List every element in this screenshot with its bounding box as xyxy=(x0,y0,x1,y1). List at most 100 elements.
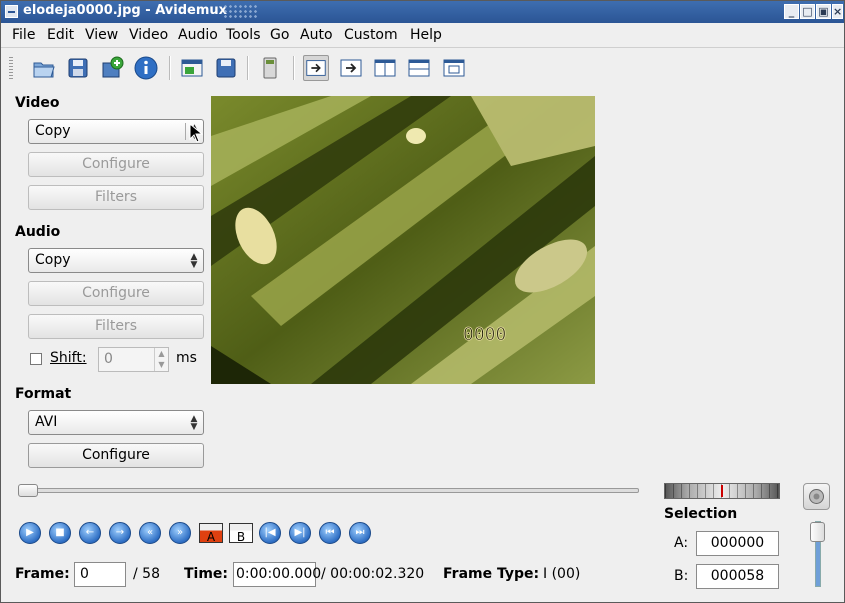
audio-codec-select[interactable]: Copy ▲ ▼ xyxy=(28,248,204,273)
previous-keyframe-icon[interactable]: « xyxy=(139,522,161,544)
next-frame-icon[interactable]: → xyxy=(109,522,131,544)
audio-configure-button[interactable]: Configure xyxy=(28,281,204,306)
time-total: / 00:00:02.320 xyxy=(321,566,425,582)
play-icon[interactable]: ▶ xyxy=(19,522,41,544)
time-value: 0:00:00.000 xyxy=(236,566,322,582)
menu-audio[interactable]: Audio xyxy=(178,27,218,43)
menu-file[interactable]: File xyxy=(12,27,35,43)
append-icon[interactable] xyxy=(99,55,125,81)
open-icon[interactable] xyxy=(31,55,57,81)
frame-type-value: I (00) xyxy=(543,566,581,582)
chevron-updown-icon: ▲▼ xyxy=(190,414,198,432)
set-marker-b-button[interactable]: B xyxy=(229,523,253,544)
video-filters-button[interactable]: Filters xyxy=(28,185,204,210)
close-icon[interactable]: × xyxy=(832,4,843,19)
menu-help[interactable]: Help xyxy=(410,27,442,43)
toolbar-separator xyxy=(169,56,171,80)
shift-value: 0 xyxy=(104,351,113,367)
window-title: elodeja0000.jpg - Avidemux xyxy=(23,3,228,18)
video-preview: 0000 xyxy=(211,96,595,384)
menu-bar: File Edit View Video Audio Tools Go Auto… xyxy=(1,24,844,48)
window-view-icon[interactable] xyxy=(441,55,467,81)
speaker-icon xyxy=(809,489,824,504)
top-bottom-icon[interactable] xyxy=(406,55,432,81)
toolbar-separator xyxy=(247,56,249,80)
marker-a-label: A xyxy=(206,530,216,544)
shift-unit: ms xyxy=(176,350,197,366)
frame-label: Frame: xyxy=(15,566,70,582)
next-keyframe-icon[interactable]: » xyxy=(169,522,191,544)
chevron-updown-icon: ▲▼ xyxy=(190,252,198,270)
format-value: AVI xyxy=(35,414,58,430)
marker-b-label: B xyxy=(236,530,246,544)
calculator-icon[interactable] xyxy=(257,55,283,81)
selection-a-field[interactable]: 000000 xyxy=(696,531,779,556)
frame-value: 0 xyxy=(80,566,89,582)
audio-heading: Audio xyxy=(15,224,61,240)
menu-custom[interactable]: Custom xyxy=(344,27,398,43)
input-view-icon[interactable] xyxy=(303,55,329,81)
audio-codec-value: Copy xyxy=(35,252,71,268)
goto-marker-b-icon[interactable]: ▶| xyxy=(289,522,311,544)
shift-label: Shift: xyxy=(50,350,87,366)
menu-edit[interactable]: Edit xyxy=(47,27,74,43)
audio-filters-button[interactable]: Filters xyxy=(28,314,204,339)
frame-type-label: Frame Type: xyxy=(443,566,540,582)
volume-slider-handle[interactable] xyxy=(810,522,825,542)
selection-heading: Selection xyxy=(664,506,738,522)
app-window: elodeja0000.jpg - Avidemux _ □ ▣ × File … xyxy=(0,0,845,603)
frame-input[interactable]: 0 xyxy=(74,562,126,587)
selection-b-field[interactable]: 000058 xyxy=(696,564,779,589)
stop-icon[interactable]: ■ xyxy=(49,522,71,544)
menu-view[interactable]: View xyxy=(85,27,118,43)
menu-go[interactable]: Go xyxy=(270,27,289,43)
toolbar xyxy=(1,50,844,88)
restore-icon[interactable]: □ xyxy=(800,4,815,19)
titlebar-decoration xyxy=(223,4,259,20)
first-frame-icon[interactable]: ⏮ xyxy=(319,522,341,544)
mouse-cursor-icon xyxy=(189,123,203,143)
goto-marker-a-icon[interactable]: |◀ xyxy=(259,522,281,544)
format-configure-button[interactable]: Configure xyxy=(28,443,204,468)
title-bar[interactable]: elodeja0000.jpg - Avidemux _ □ ▣ × xyxy=(1,1,844,23)
menu-auto[interactable]: Auto xyxy=(300,27,333,43)
info-icon[interactable] xyxy=(133,55,159,81)
format-heading: Format xyxy=(15,386,72,402)
selection-b-value: 000058 xyxy=(710,568,765,584)
volume-button[interactable] xyxy=(803,483,830,510)
time-input[interactable]: 0:00:00.000 xyxy=(233,562,321,587)
minimize-icon[interactable]: _ xyxy=(784,4,799,19)
save-video-icon[interactable] xyxy=(213,55,239,81)
selection-a-value: 000000 xyxy=(710,535,765,551)
timeline-slider-handle[interactable] xyxy=(18,484,38,497)
menu-tools[interactable]: Tools xyxy=(226,27,261,43)
format-select[interactable]: AVI ▲ ▼ xyxy=(28,410,204,435)
audio-meter xyxy=(664,483,780,499)
menu-video[interactable]: Video xyxy=(129,27,168,43)
frame-total: / 58 xyxy=(133,566,160,582)
set-marker-a-button[interactable]: A xyxy=(199,523,223,544)
last-frame-icon[interactable]: ⏭ xyxy=(349,522,371,544)
preview-image: 0000 xyxy=(211,96,595,384)
selection-a-label: A: xyxy=(674,535,689,551)
video-heading: Video xyxy=(15,95,60,111)
video-codec-select[interactable]: Copy ▲▼ xyxy=(28,119,204,144)
toolbar-separator xyxy=(293,56,295,80)
time-label: Time: xyxy=(184,566,229,582)
shift-checkbox[interactable] xyxy=(30,353,42,365)
spinner-arrows-icon[interactable]: ▲ ▼ xyxy=(154,348,168,371)
video-codec-value: Copy xyxy=(35,123,71,139)
selection-b-label: B: xyxy=(674,568,689,584)
save-icon[interactable] xyxy=(65,55,91,81)
maximize-icon[interactable]: ▣ xyxy=(816,4,831,19)
open-video-icon[interactable] xyxy=(179,55,205,81)
preview-overlay-counter: 0000 xyxy=(463,324,506,345)
video-configure-button[interactable]: Configure xyxy=(28,152,204,177)
side-by-side-icon[interactable] xyxy=(372,55,398,81)
output-view-icon[interactable] xyxy=(338,55,364,81)
timeline-slider[interactable] xyxy=(19,488,639,493)
shift-input[interactable]: 0 ▲ ▼ xyxy=(98,347,169,372)
window-menu-icon[interactable] xyxy=(5,5,18,18)
toolbar-grip[interactable] xyxy=(9,57,13,79)
previous-frame-icon[interactable]: ← xyxy=(79,522,101,544)
